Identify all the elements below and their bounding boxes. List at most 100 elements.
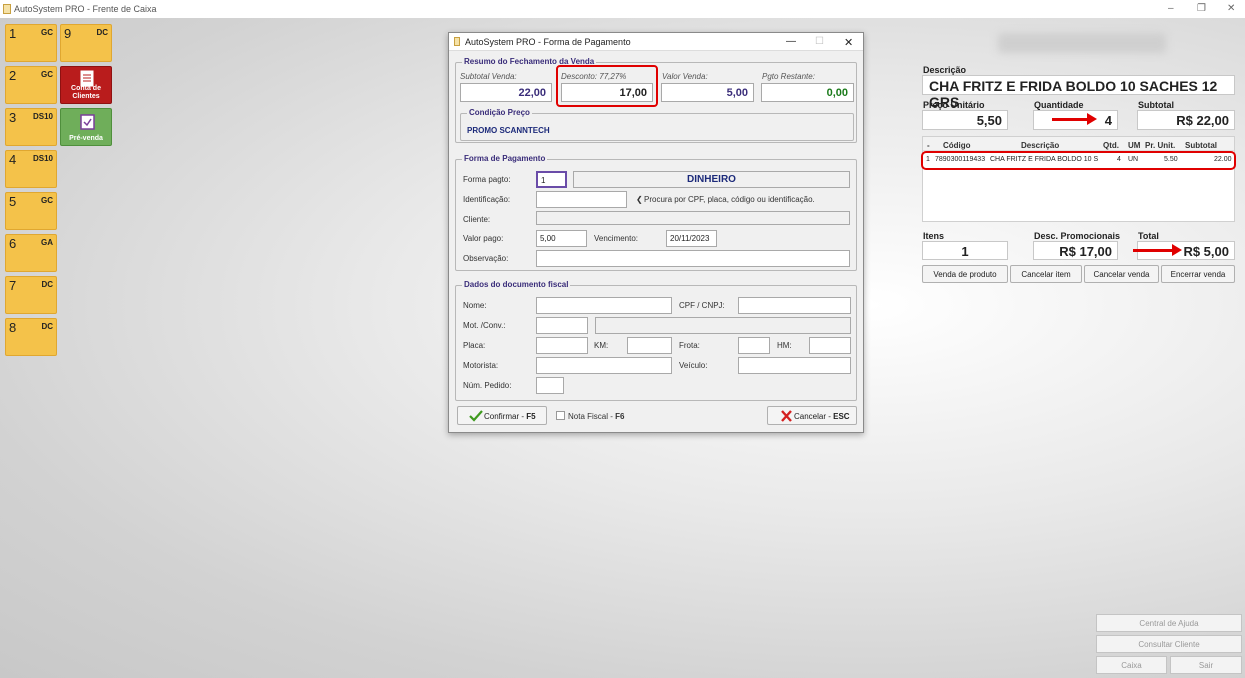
x-icon <box>781 410 792 422</box>
valor-pago-label: Valor pago: <box>463 234 504 243</box>
forma-pagto-label: Forma pagto: <box>463 175 511 184</box>
mot-conv-label: Mot. /Conv.: <box>463 321 506 330</box>
quantidade-arrow <box>1052 113 1097 125</box>
forma-pagto-input[interactable]: 1 <box>536 171 567 188</box>
nota-fiscal-key: F6 <box>615 412 625 421</box>
nome-input[interactable] <box>536 297 672 314</box>
identificacao-hint: Procura por CPF, placa, código ou identi… <box>644 195 815 204</box>
central-ajuda-button[interactable]: Central de Ajuda <box>1096 614 1242 632</box>
payment-dialog: AutoSystem PRO - Forma de Pagamento — ☐ … <box>448 32 864 433</box>
confirmar-label: Confirmar - <box>484 412 527 421</box>
itens-label: Itens <box>923 231 945 241</box>
desc-promo-value: R$ 17,00 <box>1033 241 1118 260</box>
subtotal-right-label: Subtotal <box>1138 100 1174 110</box>
confirmar-button[interactable]: Confirmar - F5 <box>457 406 547 425</box>
observacao-input[interactable] <box>536 250 850 267</box>
app-title: AutoSystem PRO - Frente de Caixa <box>14 4 157 14</box>
app-title-bar: AutoSystem PRO - Frente de Caixa – ❐ ✕ <box>0 0 1245 18</box>
nome-label: Nome: <box>463 301 487 310</box>
tile-8[interactable]: 8 DC <box>5 318 57 356</box>
veiculo-label: Veículo: <box>679 361 708 370</box>
descricao-label: Descrição <box>923 65 967 75</box>
col-qtd: Qtd. <box>1103 141 1119 150</box>
tile-2[interactable]: 2 GC <box>5 66 57 104</box>
hm-input[interactable] <box>809 337 851 354</box>
restore-icon[interactable]: ❐ <box>1197 3 1206 14</box>
venda-produto-button[interactable]: Venda de produto <box>922 265 1008 283</box>
cancelar-venda-button[interactable]: Cancelar venda <box>1084 265 1159 283</box>
cliente-label: Cliente: <box>463 215 491 224</box>
forma-pagamento-title: Forma de Pagamento <box>462 154 548 163</box>
col-pr-unit: Pr. Unit. <box>1145 141 1176 150</box>
nota-fiscal-label: Nota Fiscal - F6 <box>568 412 624 421</box>
cpf-label: CPF / CNPJ: <box>679 301 725 310</box>
valor-pago-input[interactable]: 5,00 <box>536 230 587 247</box>
confirmar-key: F5 <box>526 412 536 421</box>
itens-value: 1 <box>922 241 1008 260</box>
tile-7[interactable]: 7 DC <box>5 276 57 314</box>
resumo-group: Resumo do Fechamento da Venda Subtotal V… <box>455 57 857 143</box>
valor-venda-value: 5,00 <box>661 83 754 102</box>
nota-fiscal-checkbox[interactable] <box>556 411 565 420</box>
dialog-maximize-icon[interactable]: ☐ <box>815 36 824 47</box>
vencimento-input[interactable]: 20/11/2023 <box>666 230 717 247</box>
identificacao-input[interactable] <box>536 191 627 208</box>
items-grid: - Código Descrição Qtd. UM Pr. Unit. Sub… <box>921 136 1236 222</box>
km-input[interactable] <box>627 337 672 354</box>
desc-promo-label: Desc. Promocionais <box>1034 231 1121 241</box>
frota-input[interactable] <box>738 337 770 354</box>
placa-label: Placa: <box>463 341 486 350</box>
tile-6[interactable]: 6 GA <box>5 234 57 272</box>
subtotal-label: Subtotal Venda: <box>460 72 517 81</box>
dialog-close-icon[interactable]: ✕ <box>844 36 853 49</box>
consultar-cliente-button[interactable]: Consultar Cliente <box>1096 635 1242 653</box>
cancelar-button[interactable]: Cancelar - ESC <box>767 406 857 425</box>
mot-conv-input[interactable] <box>536 317 588 334</box>
subtotal-right-value: R$ 22,00 <box>1137 110 1235 130</box>
hm-label: HM: <box>777 341 792 350</box>
motorista-label: Motorista: <box>463 361 499 370</box>
tile-3[interactable]: 3 DS10 <box>5 108 57 146</box>
dialog-minimize-icon[interactable]: — <box>786 36 796 47</box>
motorista-input[interactable] <box>536 357 672 374</box>
sair-button[interactable]: Sair <box>1170 656 1242 674</box>
pre-venda-tile[interactable]: Pré-venda <box>60 108 112 146</box>
fiscal-title: Dados do documento fiscal <box>462 280 571 289</box>
conta-clientes-tile[interactable]: Conta de Clientes <box>60 66 112 104</box>
close-icon[interactable]: ✕ <box>1227 3 1235 14</box>
placa-input[interactable] <box>536 337 588 354</box>
total-arrow <box>1133 244 1182 256</box>
num-pedido-input[interactable] <box>536 377 564 394</box>
fiscal-group: Dados do documento fiscal Nome: CPF / CN… <box>455 280 857 401</box>
veiculo-input[interactable] <box>738 357 851 374</box>
encerrar-venda-button[interactable]: Encerrar venda <box>1161 265 1235 283</box>
preco-value: 5,50 <box>922 110 1008 130</box>
tile-4[interactable]: 4 DS10 <box>5 150 57 188</box>
conta-clientes-label: Conta de Clientes <box>71 85 101 100</box>
dialog-title: AutoSystem PRO - Forma de Pagamento <box>465 37 631 47</box>
chevron-left-icon: ❮ <box>636 195 643 204</box>
minimize-icon[interactable]: – <box>1168 3 1174 14</box>
vencimento-label: Vencimento: <box>594 234 639 243</box>
cancelar-key: ESC <box>833 412 850 421</box>
tile-1[interactable]: 1 GC <box>5 24 57 62</box>
cpf-input[interactable] <box>738 297 851 314</box>
row-highlight <box>921 151 1236 170</box>
forma-pagto-name: DINHEIRO <box>573 171 850 188</box>
cliente-field <box>536 211 850 225</box>
dialog-title-bar: AutoSystem PRO - Forma de Pagamento — ☐ … <box>449 33 863 51</box>
mot-conv-desc <box>595 317 851 334</box>
nota-fiscal-text: Nota Fiscal - <box>568 412 616 421</box>
dialog-app-icon <box>454 37 460 46</box>
tile-9[interactable]: 9 DC <box>60 24 112 62</box>
col-subtotal: Subtotal <box>1185 141 1217 150</box>
forma-pagamento-group: Forma de Pagamento Forma pagto: 1 DINHEI… <box>455 154 857 271</box>
cancelar-item-button[interactable]: Cancelar item <box>1010 265 1082 283</box>
desconto-highlight <box>556 65 658 107</box>
blurred-header <box>998 33 1166 53</box>
condicao-value: PROMO SCANNTECH <box>467 126 550 135</box>
valor-venda-label: Valor Venda: <box>662 72 708 81</box>
caixa-button[interactable]: Caixa <box>1096 656 1167 674</box>
tile-5[interactable]: 5 GC <box>5 192 57 230</box>
condicao-group: Condição Preço PROMO SCANNTECH <box>460 108 854 141</box>
